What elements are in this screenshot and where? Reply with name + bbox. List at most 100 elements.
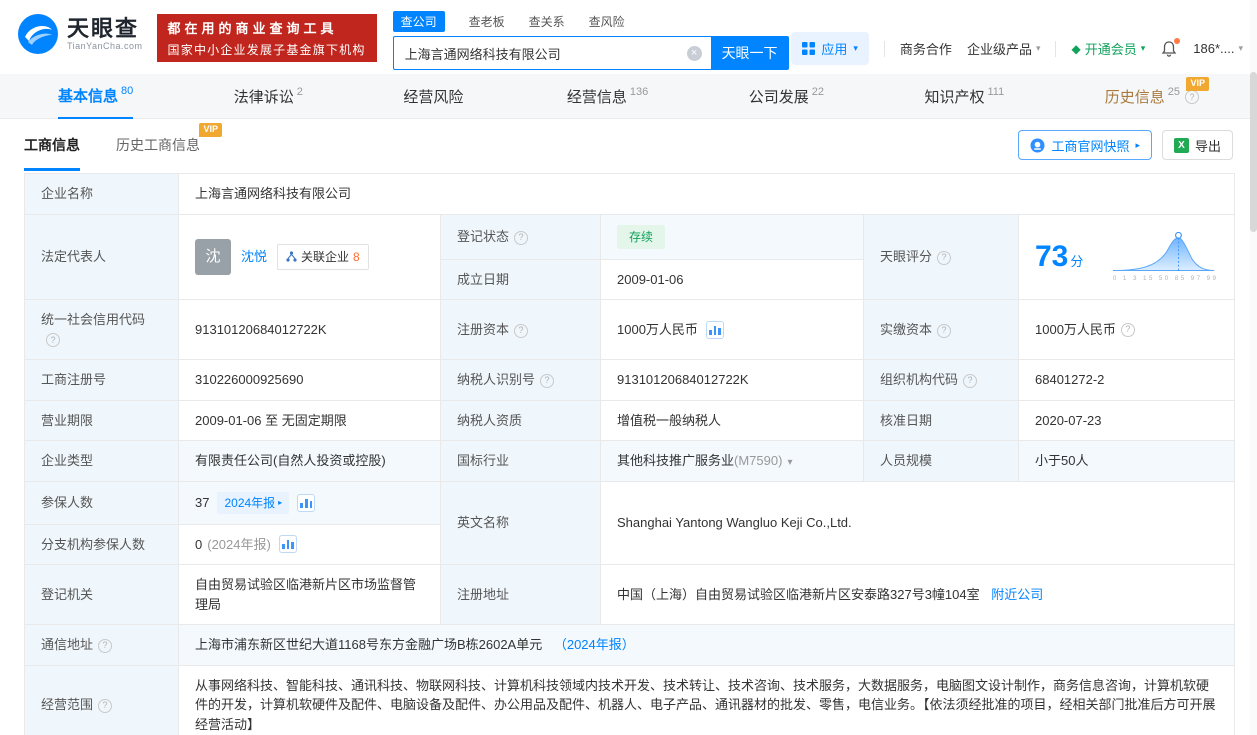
reg-number-label: 工商注册号 bbox=[25, 360, 179, 401]
chevron-down-icon: ▾ bbox=[787, 457, 792, 468]
branch-insured-trend-chart-icon[interactable] bbox=[279, 535, 297, 553]
mail-address-label: 通信地址? bbox=[25, 625, 179, 666]
tianyancha-logo-icon bbox=[18, 14, 58, 54]
divider bbox=[1055, 41, 1056, 57]
info-row: 参保人数 37 2024年报 ▸ 英文名称 Shanghai Yantong W… bbox=[25, 481, 1235, 524]
org-code-label: 组织机构代码? bbox=[864, 360, 1019, 401]
svg-text:0 1 3 15 50 85 97 99 100: 0 1 3 15 50 85 97 99 100 bbox=[1113, 275, 1218, 282]
industry-label: 国标行业 bbox=[441, 441, 601, 482]
scrollbar[interactable] bbox=[1250, 0, 1257, 735]
info-row: 通信地址? 上海市浦东新区世纪大道1168号东方金融广场B栋2602A单元 （2… bbox=[25, 625, 1235, 666]
reg-capital-value: 1000万人民币 bbox=[601, 300, 864, 360]
tab-history-info[interactable]: VIP 历史信息25 ? bbox=[1105, 74, 1199, 119]
account-phone[interactable]: 186*.... ▾ bbox=[1193, 41, 1243, 56]
industry-value[interactable]: 其他科技推广服务业(M7590)▾ bbox=[601, 441, 864, 482]
enterprise-products-link[interactable]: 企业级产品 ▾ bbox=[967, 39, 1041, 58]
help-icon[interactable]: ? bbox=[1185, 90, 1199, 104]
business-term-label: 营业期限 bbox=[25, 400, 179, 441]
open-vip-link[interactable]: ◆ 开通会员 ▾ bbox=[1071, 39, 1145, 58]
reg-authority-value: 自由贸易试验区临港新片区市场监督管理局 bbox=[179, 565, 441, 625]
info-row: 统一社会信用代码? 91310120684012722K 注册资本? 1000万… bbox=[25, 300, 1235, 360]
help-icon[interactable]: ? bbox=[98, 639, 112, 653]
export-button[interactable]: X 导出 bbox=[1162, 130, 1233, 160]
tianyan-score-cell[interactable]: 73分 0 1 3 15 50 85 97 99 100 bbox=[1019, 214, 1235, 300]
tab-company-development[interactable]: 公司发展22 bbox=[749, 74, 824, 119]
reg-address-label: 注册地址 bbox=[441, 565, 601, 625]
business-cooperation-link[interactable]: 商务合作 bbox=[900, 39, 952, 58]
tab-legal-proceedings[interactable]: 法律诉讼2 bbox=[234, 74, 303, 119]
apps-button[interactable]: 应用 ▾ bbox=[791, 32, 869, 65]
approval-date-value: 2020-07-23 bbox=[1019, 400, 1235, 441]
capital-trend-chart-icon[interactable] bbox=[706, 321, 724, 339]
main-nav: 基本信息80 法律诉讼2 经营风险 经营信息136 公司发展22 知识产权111… bbox=[0, 74, 1257, 119]
search-button[interactable]: 天眼一下 bbox=[711, 36, 789, 70]
search-tab-boss[interactable]: 查老板 bbox=[469, 13, 505, 30]
credit-code-label: 统一社会信用代码? bbox=[25, 300, 179, 360]
help-icon[interactable]: ? bbox=[514, 324, 528, 338]
insured-value: 37 2024年报 ▸ bbox=[179, 481, 441, 524]
taxpayer-id-value: 91310120684012722K bbox=[601, 360, 864, 401]
related-companies-chip[interactable]: 关联企业 8 bbox=[277, 244, 369, 270]
subtab-business-registration[interactable]: 工商信息 bbox=[24, 119, 80, 171]
branch-insured-value: 0 (2024年报) bbox=[179, 524, 441, 565]
notification-bell-icon[interactable] bbox=[1160, 40, 1178, 58]
reg-status-label: 登记状态? bbox=[441, 214, 601, 259]
reg-authority-label: 登记机关 bbox=[25, 565, 179, 625]
help-icon[interactable]: ? bbox=[937, 251, 951, 265]
company-info-table: 企业名称 上海言通网络科技有限公司 法定代表人 沈 沈悦 bbox=[24, 173, 1235, 735]
info-row: 企业类型 有限责任公司(自然人投资或控股) 国标行业 其他科技推广服务业(M75… bbox=[25, 441, 1235, 482]
help-icon[interactable]: ? bbox=[514, 231, 528, 245]
tab-intellectual-property[interactable]: 知识产权111 bbox=[924, 74, 1004, 119]
establish-date-label: 成立日期 bbox=[441, 259, 601, 300]
clear-icon[interactable]: × bbox=[687, 46, 702, 61]
nearby-companies-link[interactable]: 附近公司 bbox=[991, 587, 1043, 602]
logo[interactable]: 天眼查 TianYanCha.com bbox=[18, 14, 143, 54]
subtab-history-business-registration[interactable]: 历史工商信息 VIP bbox=[116, 119, 200, 171]
help-icon[interactable]: ? bbox=[46, 333, 60, 347]
company-type-value: 有限责任公司(自然人投资或控股) bbox=[179, 441, 441, 482]
vip-badge: VIP bbox=[199, 123, 222, 137]
caret-down-icon: ▾ bbox=[853, 43, 858, 54]
legal-rep-name-link[interactable]: 沈悦 bbox=[241, 247, 267, 267]
help-icon[interactable]: ? bbox=[937, 324, 951, 338]
caret-down-icon: ▾ bbox=[1141, 43, 1146, 54]
english-name-label: 英文名称 bbox=[441, 481, 601, 565]
tab-operational-risk[interactable]: 经营风险 bbox=[403, 74, 466, 119]
excel-icon: X bbox=[1174, 138, 1189, 153]
caret-down-icon: ▾ bbox=[1036, 43, 1041, 54]
insured-trend-chart-icon[interactable] bbox=[297, 494, 315, 512]
english-name-value: Shanghai Yantong Wangluo Keji Co.,Ltd. bbox=[601, 481, 1235, 565]
mail-address-value: 上海市浦东新区世纪大道1168号东方金融广场B栋2602A单元 （2024年报） bbox=[179, 625, 1235, 666]
tab-basic-info[interactable]: 基本信息80 bbox=[58, 74, 133, 119]
reg-status-value: 存续 bbox=[601, 214, 864, 259]
official-snapshot-button[interactable]: 工商官网快照 ▸ bbox=[1018, 130, 1152, 160]
related-companies-icon bbox=[286, 251, 297, 262]
search-tab-relation[interactable]: 查关系 bbox=[529, 13, 565, 30]
search-input-wrap: × bbox=[393, 36, 711, 70]
vip-gem-icon: ◆ bbox=[1071, 42, 1080, 56]
search-tab-risk[interactable]: 查风险 bbox=[589, 13, 625, 30]
help-icon[interactable]: ? bbox=[1121, 323, 1135, 337]
paid-capital-value: 1000万人民币 ? bbox=[1019, 300, 1235, 360]
annual-report-link[interactable]: （2024年报） bbox=[554, 637, 635, 652]
reg-capital-label: 注册资本? bbox=[441, 300, 601, 360]
divider bbox=[884, 41, 885, 57]
help-icon[interactable]: ? bbox=[540, 374, 554, 388]
help-icon[interactable]: ? bbox=[98, 699, 112, 713]
taxpayer-quality-label: 纳税人资质 bbox=[441, 400, 601, 441]
annual-report-chip[interactable]: 2024年报 ▸ bbox=[217, 492, 289, 514]
staff-size-value: 小于50人 bbox=[1019, 441, 1235, 482]
search-tab-company[interactable]: 查公司 bbox=[393, 11, 445, 32]
info-row: 工商注册号 310226000925690 纳税人识别号? 9131012068… bbox=[25, 360, 1235, 401]
tab-business-info[interactable]: 经营信息136 bbox=[567, 74, 648, 119]
staff-size-label: 人员规模 bbox=[864, 441, 1019, 482]
scrollbar-thumb[interactable] bbox=[1250, 72, 1257, 232]
search-input[interactable] bbox=[405, 46, 687, 61]
help-icon[interactable]: ? bbox=[963, 374, 977, 388]
legal-rep-label: 法定代表人 bbox=[25, 214, 179, 300]
caret-down-icon: ▾ bbox=[1238, 43, 1243, 54]
legal-rep-avatar[interactable]: 沈 bbox=[195, 239, 231, 275]
taxpayer-id-label: 纳税人识别号? bbox=[441, 360, 601, 401]
top-header: 天眼查 TianYanCha.com 都在用的商业查询工具 国家中小企业发展子基… bbox=[0, 0, 1257, 74]
search-tabs: 查公司 查老板 查关系 查风险 bbox=[393, 10, 789, 32]
